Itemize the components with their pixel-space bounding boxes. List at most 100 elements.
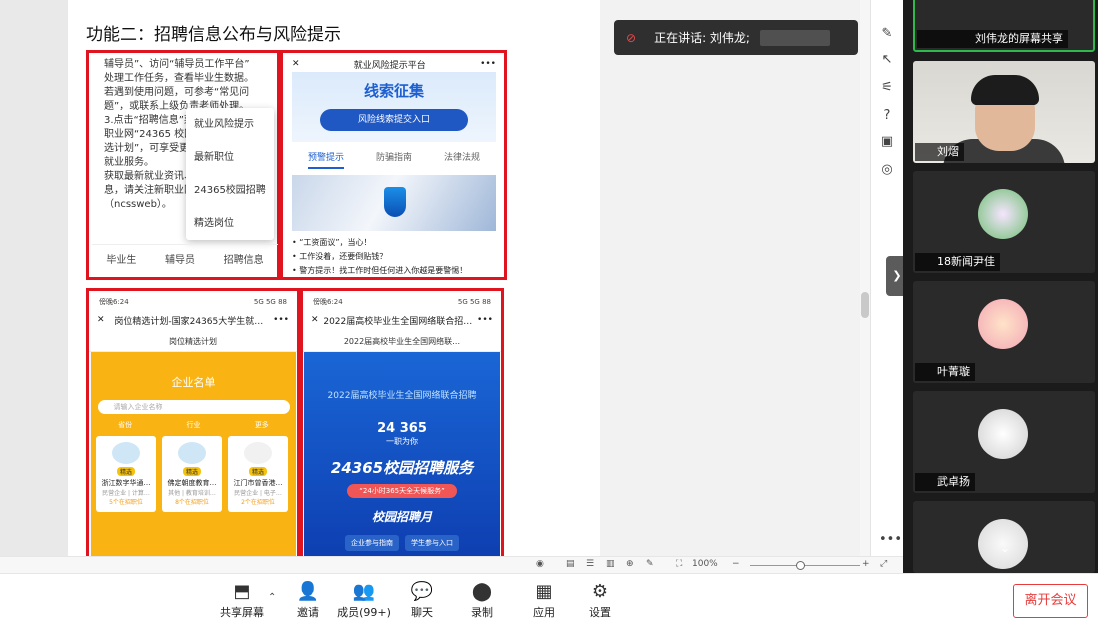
company-search: 请输入企业名称 <box>97 400 290 414</box>
panel3-statusbar: 傍晚6:24 5G 5G 88 <box>99 298 287 306</box>
avatar <box>978 299 1028 349</box>
participant-tile[interactable]: ⌄ <box>913 501 1095 573</box>
zoom-out-icon[interactable]: − <box>732 559 740 569</box>
vertical-scrollbar[interactable] <box>860 0 870 556</box>
shared-screen: 功能二：招聘信息公布与风险提示 辅导员”、访问“辅导员工作平台” 处理工作任务，… <box>0 0 870 556</box>
invite-button[interactable]: 👤 邀请 <box>276 580 340 620</box>
participant-tile[interactable]: 刘伟龙的屏幕共享 <box>913 0 1095 52</box>
participant-gallery: 刘伟龙的屏幕共享 刘熠 18新闻尹佳 叶菁璇 武卓扬 ⌄ <box>903 0 1098 573</box>
shield-image <box>292 175 496 231</box>
outline-icon[interactable]: ☰ <box>586 559 594 569</box>
document-heading: 功能二：招聘信息公布与风险提示 <box>86 25 341 45</box>
panel2-news: • “工资面议”，当心！ • 工作没着，还要倒贴钱？ • 警方提示！找工作时但任… <box>292 238 468 275</box>
eye-icon[interactable]: ◉ <box>536 559 544 569</box>
chat-button[interactable]: 💬 聊天 <box>390 580 454 620</box>
tab-guide: 防骗指南 <box>375 153 412 163</box>
meeting-toolbar: ⬒ 共享屏幕 ⌃ 👤 邀请 👥 成员(99+) 💬 聊天 ⬤ 录制 ▦ 应用 ⚙… <box>0 573 1098 627</box>
speaking-indicator: ⊘ 正在讲话: 刘伟龙; <box>614 20 858 55</box>
participant-name: 叶菁璇 <box>915 363 975 381</box>
settings-button[interactable]: ⚙ 设置 <box>568 580 632 620</box>
members-button[interactable]: 👥 成员(99+) <box>332 580 396 620</box>
location-icon[interactable]: ◎ <box>879 162 895 178</box>
recruitment-menu: 就业风险提示 最新职位 24365校园招聘 精选岗位 <box>186 108 274 240</box>
share-screen-icon: ⬒ <box>233 581 251 602</box>
speaker-avatar <box>759 29 830 46</box>
members-icon: 👥 <box>352 581 376 602</box>
book-icon[interactable]: ▥ <box>606 559 615 569</box>
close-icon: ✕ <box>311 315 319 325</box>
fit-icon[interactable]: ⛶ <box>676 559 682 569</box>
panel3-subheader: 岗位精选计划 <box>89 332 297 352</box>
screenshot-icon[interactable]: ▣ <box>879 134 895 150</box>
company-logo <box>244 442 272 464</box>
add-user-icon: 👤 <box>296 581 320 602</box>
shield-icon <box>384 187 406 217</box>
list-title: 企业名单 <box>171 376 216 389</box>
participant-tile[interactable]: 18新闻尹佳 <box>913 171 1095 273</box>
page-view-icon[interactable]: ▤ <box>566 559 575 569</box>
building-icon <box>178 442 206 464</box>
company-list: 企业名单 请输入企业名称 省份 行业 更多 精选 浙江数字华通… 民营企业 | … <box>91 352 296 556</box>
banner-title: 线索征集 <box>363 82 424 100</box>
panel2-header: ✕ 就业风险提示平台 ••• <box>286 56 502 72</box>
menu-item: 精选岗位 <box>194 218 234 229</box>
panel4-subheader: 2022届高校毕业生全国网络联… <box>303 332 501 352</box>
participant-name: 武卓扬 <box>915 473 975 491</box>
menu-item: 24365校园招聘 <box>194 185 266 196</box>
company-card: 精选 浙江数字华通… 民营企业 | 计算… 5个在招职位 <box>96 436 156 512</box>
close-icon: ✕ <box>97 315 105 325</box>
record-icon: ⬤ <box>471 581 493 602</box>
settings-sliders-icon[interactable]: ⚟ <box>879 80 895 96</box>
zoom-level[interactable]: 100% <box>692 559 718 569</box>
participant-tile[interactable]: 武卓扬 <box>913 391 1095 493</box>
help-icon[interactable]: ? <box>879 108 895 124</box>
fullscreen-icon[interactable]: ⤢ <box>880 559 887 569</box>
company-card: 精选 佛定朝度教育… 其他 | 教育培训… 8个在招职位 <box>162 436 222 512</box>
more-icon: ••• <box>273 315 289 325</box>
apps-icon: ▦ <box>535 581 553 602</box>
pen-icon[interactable]: ✎ <box>879 26 895 42</box>
zoom-slider-knob[interactable] <box>796 561 805 570</box>
panel4-statusbar: 傍晚6:24 5G 5G 88 <box>313 298 491 306</box>
panel3-header: ✕ 岗位精选计划-国家24365大学生就… ••• <box>97 315 289 327</box>
tab-law: 法律法规 <box>443 153 480 163</box>
mic-muted-icon: ⊘ <box>626 30 637 45</box>
pointer-icon[interactable]: ↖ <box>879 52 895 68</box>
company-cards: 精选 浙江数字华通… 民营企业 | 计算… 5个在招职位 精选 佛定朝度教育… … <box>96 436 292 512</box>
speaking-label: 正在讲话: 刘伟龙; <box>654 31 750 45</box>
share-screen-button[interactable]: ⬒ 共享屏幕 <box>210 580 274 620</box>
panel2-title: 就业风险提示平台 <box>353 60 426 71</box>
edit-icon[interactable]: ✎ <box>646 559 654 569</box>
panel2-tabs: 预警提示 防骗指南 法律法规 <box>292 150 496 169</box>
campus-recruit-banner: 2022届高校毕业生全国网络联合招聘 24 365 一职为你 24365校园招聘… <box>304 352 500 556</box>
menu-item: 最新职位 <box>194 152 234 163</box>
record-button[interactable]: ⬤ 录制 <box>450 580 514 620</box>
leave-meeting-button[interactable]: 离开会议 <box>1013 584 1088 618</box>
scroll-thumb[interactable] <box>861 292 869 318</box>
participant-name: 18新闻尹佳 <box>915 253 1000 271</box>
banner-button: 风险线索提交入口 <box>320 109 468 131</box>
participant-tile[interactable]: 刘熠 <box>913 61 1095 163</box>
participant-tile[interactable]: 叶菁璇 <box>913 281 1095 383</box>
web-icon[interactable]: ⊕ <box>626 559 634 569</box>
document-statusbar: ◉ ▤ ☰ ▥ ⊕ ✎ ⛶ 100% − + ⤢ <box>0 556 903 573</box>
more-icon[interactable]: ••• <box>879 532 902 548</box>
participant-name: 刘熠 <box>915 143 964 161</box>
apps-button[interactable]: ▦ 应用 <box>512 580 576 620</box>
panel4-header: ✕ 2022届高校毕业生全国网络联合招… ••• <box>311 315 493 327</box>
more-icon: ••• <box>477 315 493 325</box>
panel2-banner: 线索征集 风险线索提交入口 <box>292 72 496 142</box>
chevron-down-icon[interactable]: ⌄ <box>993 541 1017 561</box>
zoom-in-icon[interactable]: + <box>862 559 870 569</box>
menu-item: 就业风险提示 <box>194 119 254 130</box>
participant-name: 刘伟龙的屏幕共享 <box>917 30 1068 48</box>
zoom-slider[interactable] <box>750 565 860 566</box>
building-icon <box>112 442 140 464</box>
presenter-desktop <box>600 0 870 556</box>
panel1-tabbar: 毕业生 辅导员 招聘信息 <box>92 244 278 272</box>
tab-counselor: 辅导员 <box>164 255 195 266</box>
tab-graduate: 毕业生 <box>106 255 137 266</box>
tab-warning: 预警提示 <box>307 150 344 169</box>
company-card: 精选 江门市曾香港… 民营企业 | 电子… 2个在招职位 <box>228 436 288 512</box>
gear-icon: ⚙ <box>591 581 609 602</box>
